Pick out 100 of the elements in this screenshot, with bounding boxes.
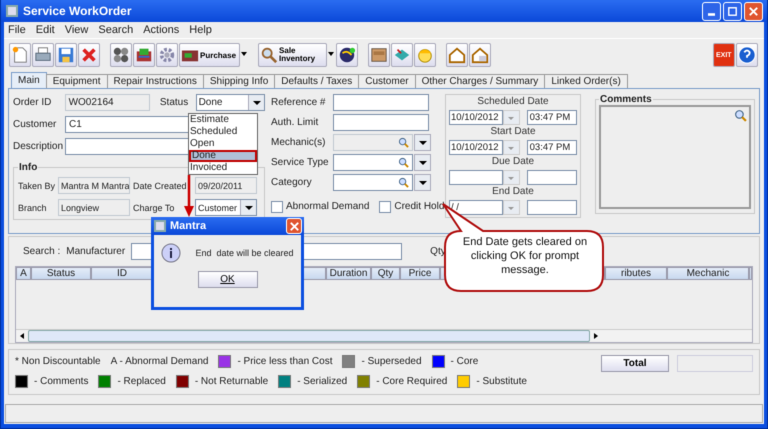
dropdown-button[interactable] (414, 154, 431, 171)
status-dropdown[interactable]: Done (196, 94, 265, 111)
column-header[interactable]: Qty (371, 267, 400, 280)
column-header[interactable]: ributes (605, 267, 667, 280)
legend-note: * Non Discountable (15, 356, 101, 367)
date-field[interactable] (449, 170, 504, 185)
purchase-button[interactable]: Purchase (179, 43, 240, 67)
minimize-button[interactable] (702, 2, 721, 20)
status-option[interactable]: Open (189, 138, 257, 150)
search-label: Search : (23, 246, 60, 257)
date-label: End Date (492, 186, 534, 199)
print-button[interactable] (32, 43, 54, 67)
ok-button[interactable]: OK (198, 271, 258, 288)
ship-button[interactable] (368, 43, 390, 67)
menu-item[interactable]: View (64, 24, 88, 36)
new-button[interactable] (9, 43, 31, 67)
house-icon (448, 46, 466, 64)
home-button[interactable] (446, 43, 468, 67)
menu-item[interactable]: File (8, 24, 26, 36)
comments-area[interactable] (599, 105, 751, 209)
group-button[interactable] (110, 43, 132, 67)
help-button[interactable] (736, 43, 758, 67)
tab[interactable]: Other Charges / Summary (414, 74, 546, 88)
time-field[interactable] (526, 200, 577, 215)
time-field[interactable]: 03:47 PM (526, 140, 577, 155)
box-icon (370, 46, 388, 64)
tab[interactable]: Shipping Info (202, 74, 276, 88)
close-button[interactable] (744, 2, 763, 20)
status-option[interactable]: Invoiced (189, 162, 257, 174)
legend-label: - Serialized (297, 376, 348, 387)
delete-button[interactable] (78, 43, 100, 67)
field-label: Status (160, 97, 190, 108)
column-header[interactable]: Duration (326, 267, 371, 280)
calendar-button[interactable] (503, 110, 520, 125)
checkbox[interactable] (379, 200, 392, 212)
group-title: Info (18, 162, 38, 173)
calendar-button[interactable] (503, 170, 520, 185)
house-list-button[interactable] (469, 43, 492, 67)
transfer-button[interactable] (133, 43, 155, 67)
lookup-field[interactable] (333, 134, 413, 151)
column-header[interactable]: ID (91, 267, 153, 280)
field-label: Date Created (133, 180, 188, 190)
field-label: Customer (13, 119, 58, 130)
settings-button[interactable] (156, 43, 178, 67)
left-arrow-icon (20, 333, 24, 339)
checklist-button[interactable] (391, 43, 414, 67)
worker-button[interactable] (414, 43, 436, 67)
charge-to-dropdown[interactable]: Customer (195, 199, 257, 216)
balls-icon (112, 46, 130, 64)
checkbox[interactable] (271, 200, 283, 212)
caret-icon (244, 204, 252, 212)
field-label: Reference # (271, 97, 326, 108)
caret-icon (418, 158, 426, 166)
text-field[interactable] (333, 114, 429, 131)
text-field[interactable] (333, 94, 429, 111)
app-icon (5, 4, 19, 18)
column-header[interactable]: Mechanic (667, 267, 749, 280)
time-field[interactable] (526, 170, 577, 185)
calendar-button[interactable] (503, 200, 520, 215)
menu-item[interactable]: Search (98, 24, 134, 36)
calendar-button[interactable] (503, 140, 520, 155)
column-header[interactable]: Status (31, 267, 91, 280)
legend-label: - Core Required (376, 376, 448, 387)
dropdown-button[interactable] (414, 174, 431, 191)
close-button[interactable] (286, 218, 302, 234)
time-field[interactable]: 03:47 PM (526, 110, 577, 125)
tab[interactable]: Main (11, 72, 47, 88)
checkbox-label: Abnormal Demand (286, 201, 370, 212)
save-button[interactable] (55, 43, 77, 67)
maximize-button[interactable] (723, 2, 742, 20)
field-label: Branch (18, 202, 48, 212)
legend-label: - Substitute (476, 376, 527, 387)
column-header[interactable]: Price (400, 267, 440, 280)
menu-item[interactable]: Help (189, 24, 212, 36)
search-icon (398, 157, 409, 168)
field-label: Order ID (13, 97, 52, 108)
date-created-field: 09/20/2011 (195, 177, 257, 194)
field-label: Service Type (271, 157, 330, 168)
lookup-field[interactable] (333, 154, 413, 171)
tab[interactable]: Equipment (46, 74, 108, 88)
sale-inventory-button[interactable]: Sale Inventory (258, 43, 328, 67)
status-option[interactable]: Done (189, 150, 257, 162)
column-header[interactable]: A (16, 267, 31, 280)
date-label: Start Date (490, 126, 536, 139)
horizontal-scrollbar[interactable] (16, 329, 752, 342)
tab[interactable]: Linked Order(s) (544, 74, 628, 88)
legend-label: - Price less than Cost (237, 356, 332, 367)
globe-button[interactable] (336, 43, 358, 67)
caret-icon (418, 138, 426, 146)
date-field[interactable]: 10/10/2012 (449, 110, 504, 125)
date-field[interactable]: 10/10/2012 (449, 140, 504, 155)
total-button[interactable]: Total (601, 355, 669, 372)
dialog-message: End date will be cleared (195, 248, 294, 258)
dropdown-button[interactable] (414, 134, 431, 151)
column-header[interactable] (749, 267, 752, 280)
menu-item[interactable]: Edit (36, 24, 55, 36)
menu-item[interactable]: Actions (143, 24, 180, 36)
callout-text: End Date gets cleared on clicking OK for prompt message. (462, 235, 588, 277)
lookup-field[interactable] (333, 174, 413, 191)
tab[interactable]: Repair Instructions (106, 74, 204, 88)
